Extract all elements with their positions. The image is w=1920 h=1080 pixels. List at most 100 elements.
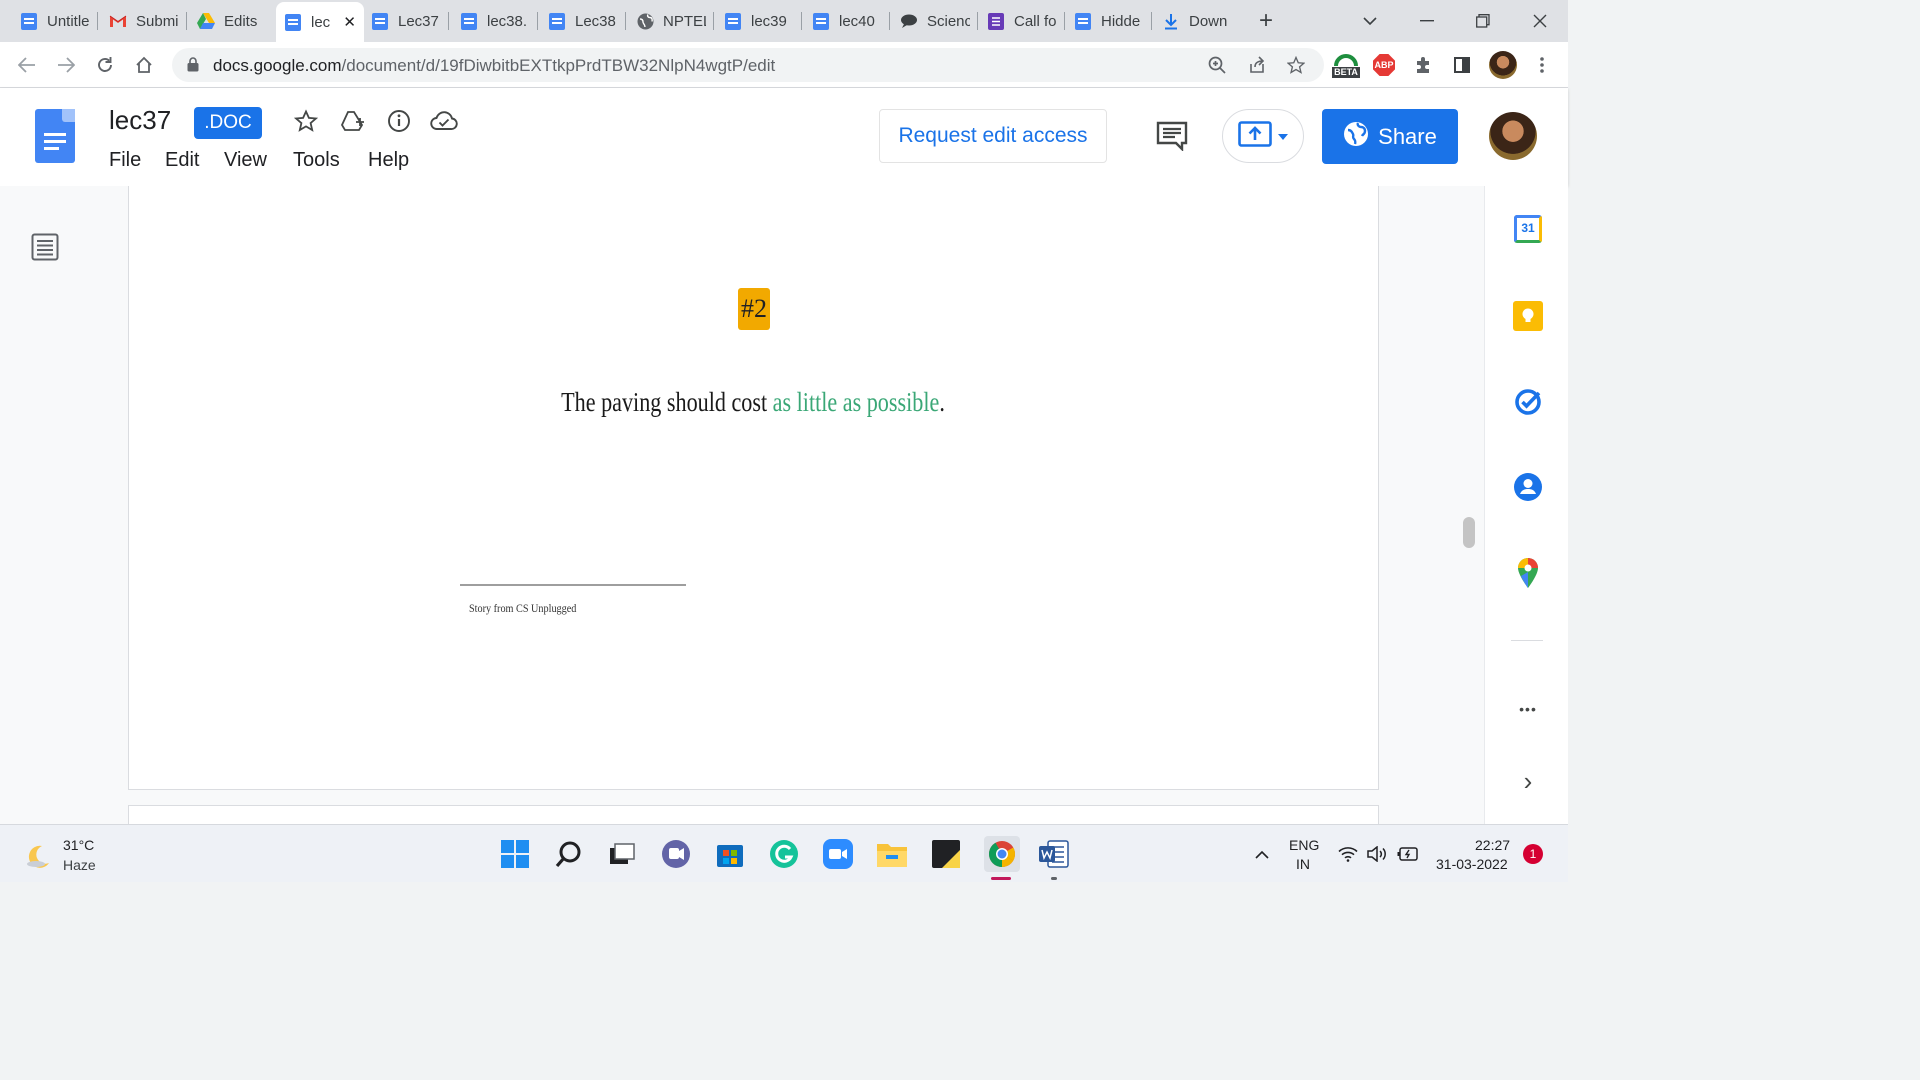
zoom-icon[interactable] — [1203, 51, 1231, 79]
globe-icon — [636, 12, 654, 30]
volume-icon[interactable] — [1366, 838, 1390, 870]
zoom-app-icon[interactable] — [822, 838, 854, 870]
menu-tools[interactable]: Tools — [293, 149, 340, 172]
tab-title: Call fo — [1014, 12, 1057, 30]
back-arrow-icon[interactable] — [11, 50, 43, 80]
google-docs-logo-icon[interactable] — [35, 109, 75, 163]
beta-extension-icon[interactable]: BETA — [1330, 48, 1362, 82]
windows-start-icon[interactable] — [499, 838, 531, 870]
menu-file[interactable]: File — [109, 149, 141, 172]
browser-menu-icon[interactable] — [1528, 51, 1556, 79]
task-view-icon[interactable] — [606, 838, 638, 870]
grammarly-icon[interactable] — [768, 838, 800, 870]
word-icon[interactable] — [1038, 838, 1070, 870]
sticky-notes-icon[interactable] — [930, 838, 962, 870]
clock-date[interactable]: 31-03-2022 — [1436, 856, 1508, 872]
document-canvas — [0, 186, 1484, 824]
close-window-button[interactable] — [1512, 0, 1568, 42]
tasks-icon[interactable] — [1513, 387, 1543, 417]
browser-tab[interactable]: Edits — [189, 6, 275, 36]
teams-chat-icon[interactable] — [660, 838, 692, 870]
account-avatar[interactable] — [1489, 112, 1537, 160]
tab-title: lec38. — [487, 12, 528, 30]
weather-temperature: 31°C — [63, 837, 95, 853]
browser-tab[interactable]: Hidde — [1066, 6, 1152, 36]
contacts-icon[interactable] — [1513, 472, 1543, 502]
restore-window-button[interactable] — [1455, 0, 1511, 42]
input-region[interactable]: IN — [1296, 856, 1310, 872]
next-document-page[interactable] — [128, 805, 1379, 824]
more-apps-icon[interactable]: ••• — [1513, 694, 1543, 724]
browser-tab[interactable]: Untitled — [12, 6, 98, 36]
document-page[interactable] — [128, 186, 1379, 790]
browser-tab[interactable]: Submi — [101, 6, 187, 36]
browser-tab[interactable]: Scienc — [892, 6, 978, 36]
browser-tab[interactable]: NPTEL — [628, 6, 714, 36]
adblock-icon[interactable]: ABP — [1370, 51, 1398, 79]
browser-tab[interactable]: Lec37 — [363, 6, 449, 36]
menu-view[interactable]: View — [224, 149, 267, 172]
calendar-icon[interactable]: 31 — [1513, 214, 1543, 244]
slide-number-tag: #2 — [738, 288, 770, 330]
tab-search-chevron-icon[interactable] — [1342, 0, 1398, 42]
browser-tab[interactable]: lec38. — [452, 6, 538, 36]
maps-pin-icon[interactable] — [1513, 558, 1543, 588]
share-button[interactable]: Share — [1322, 109, 1458, 164]
document-outline-icon[interactable] — [31, 233, 59, 266]
comment-history-icon[interactable] — [1156, 121, 1188, 156]
browser-tab-active[interactable]: lec ✕ — [276, 2, 364, 42]
star-icon[interactable] — [292, 107, 320, 135]
docs-icon — [371, 12, 389, 30]
side-apps-panel: 31 ••• › — [1484, 186, 1568, 824]
search-icon[interactable] — [553, 838, 585, 870]
lock-icon — [187, 57, 199, 77]
docs-header: lec37 .DOC File Edit View Tools Help Request… — [0, 88, 1568, 186]
notification-badge[interactable]: 1 — [1523, 844, 1543, 864]
side-panel-icon[interactable] — [1448, 51, 1476, 79]
weather-description: Haze — [63, 857, 96, 873]
battery-icon[interactable] — [1396, 838, 1420, 870]
wifi-icon[interactable] — [1336, 838, 1360, 870]
tab-title: Lec38 — [575, 12, 616, 30]
browser-tab[interactable]: Lec38 — [540, 6, 626, 36]
menu-edit[interactable]: Edit — [165, 149, 199, 172]
bookmark-star-icon[interactable] — [1282, 51, 1310, 79]
request-edit-access-button[interactable]: Request edit access — [879, 109, 1107, 163]
move-to-drive-icon[interactable] — [339, 107, 367, 135]
reload-icon[interactable] — [89, 50, 121, 80]
share-button-label: Share — [1378, 123, 1437, 149]
new-tab-button[interactable]: + — [1250, 6, 1282, 36]
extensions-puzzle-icon[interactable] — [1409, 51, 1437, 79]
browser-tab[interactable]: lec40 — [804, 6, 890, 36]
keep-icon[interactable] — [1513, 301, 1543, 331]
forward-arrow-icon[interactable] — [50, 50, 82, 80]
document-title[interactable]: lec37 — [109, 105, 171, 136]
chat-icon — [900, 12, 918, 30]
home-icon[interactable] — [128, 50, 160, 80]
footnote-divider — [460, 584, 686, 586]
browser-tab[interactable]: Down — [1154, 6, 1240, 36]
file-explorer-icon[interactable] — [876, 838, 908, 870]
document-sentence: The paving should cost as little as poss… — [561, 387, 945, 417]
show-hidden-icons-chevron-icon[interactable] — [1246, 838, 1278, 870]
address-bar[interactable]: docs.google.com/document/d/19fDiwbitbEXT… — [172, 48, 1324, 82]
present-button[interactable] — [1222, 109, 1304, 163]
tab-title: Down — [1189, 12, 1228, 30]
weather-moon-icon[interactable] — [22, 840, 54, 872]
browser-tab[interactable]: lec39 — [716, 6, 802, 36]
expand-panel-icon[interactable]: › — [1513, 766, 1543, 796]
input-language[interactable]: ENG — [1289, 837, 1319, 853]
clock-time[interactable]: 22:27 — [1475, 837, 1510, 853]
browser-tab[interactable]: Call fo — [979, 6, 1065, 36]
share-page-icon[interactable] — [1243, 51, 1271, 79]
info-icon[interactable] — [385, 107, 413, 135]
minimize-window-button[interactable] — [1399, 0, 1455, 42]
close-tab-icon[interactable]: ✕ — [339, 13, 356, 31]
menu-help[interactable]: Help — [368, 149, 409, 172]
vertical-scrollbar-thumb[interactable] — [1463, 517, 1475, 548]
chrome-icon[interactable] — [984, 836, 1020, 872]
microsoft-store-icon[interactable] — [714, 838, 746, 870]
docs-icon — [460, 12, 478, 30]
browser-profile-avatar[interactable] — [1489, 51, 1517, 79]
cloud-saved-icon[interactable] — [430, 107, 458, 135]
